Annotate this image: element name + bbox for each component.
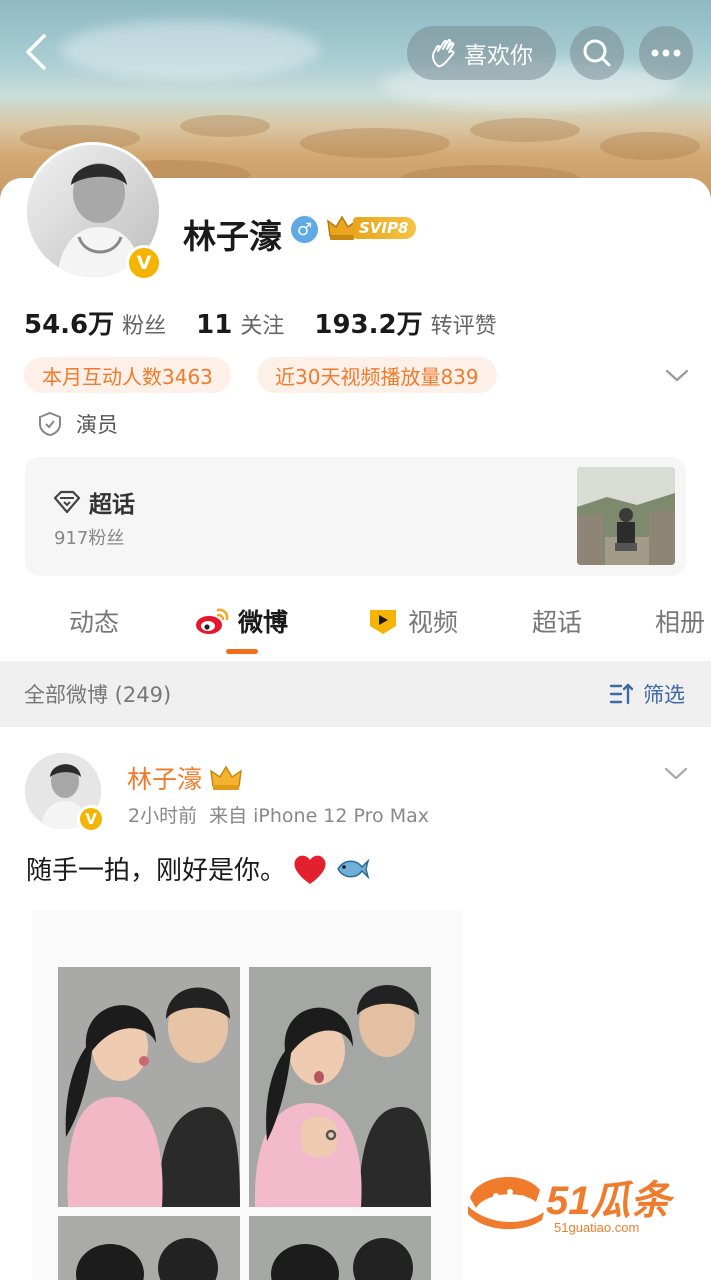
post-photo[interactable] — [249, 1216, 431, 1280]
watermark-url: 51guatiao.com — [554, 1220, 639, 1235]
post-photo-grid — [32, 910, 462, 1280]
all-posts-count: 全部微博 (249) — [24, 683, 172, 707]
more-button[interactable] — [639, 26, 693, 80]
post-text: 随手一拍，刚好是你。 — [26, 856, 287, 886]
tab-dongtai[interactable]: 动态 — [69, 603, 119, 639]
heart-emoji — [294, 855, 326, 884]
post-photo[interactable] — [249, 967, 431, 1207]
diamond-icon — [53, 490, 81, 514]
stat-reposts-likes[interactable]: 193.2万 转评赞 — [314, 304, 496, 341]
svip-badge[interactable]: SVIP8 — [327, 214, 423, 242]
chaohua-fans: 917粉丝 — [54, 528, 125, 549]
gender-male-icon: ♂ — [291, 216, 318, 243]
post-author-row[interactable]: 林子濠 — [127, 760, 242, 796]
tab-label: 相册 — [655, 608, 706, 637]
tab-label: 动态 — [69, 608, 120, 637]
verified-badge-text: V — [136, 252, 152, 274]
post-text-row: 随手一拍，刚好是你。 — [26, 850, 370, 887]
stat-label: 转评赞 — [430, 314, 497, 339]
occupation-row: 演员 — [38, 409, 118, 439]
chevron-down-icon[interactable] — [663, 762, 689, 784]
like-button-label: 喜欢你 — [464, 43, 533, 69]
chaohua-thumbnail — [577, 467, 675, 565]
stat-label: 关注 — [240, 314, 285, 339]
tab-album[interactable]: 相册 — [655, 603, 705, 639]
active-tab-indicator — [226, 649, 258, 654]
filter-icon — [609, 683, 634, 705]
post-source: 来自 iPhone 12 Pro Max — [209, 805, 429, 827]
video-plays-pill[interactable]: 近30天视频播放量839 — [257, 357, 497, 393]
post-time: 2小时前 — [128, 805, 198, 827]
filter-button[interactable]: 筛选 — [609, 679, 685, 709]
shield-icon — [39, 411, 61, 437]
occupation-label: 演员 — [76, 413, 118, 437]
filter-bar: 全部微博 (249) 筛选 — [0, 661, 711, 727]
stat-following[interactable]: 11 关注 — [196, 308, 284, 340]
video-play-icon — [370, 610, 396, 634]
profile-stats: 54.6万 粉丝 11 关注 193.2万 转评赞 — [24, 304, 527, 341]
like-hand-icon — [432, 38, 455, 68]
stat-followers[interactable]: 54.6万 粉丝 — [24, 304, 166, 341]
back-arrow-icon — [26, 34, 46, 70]
verified-badge-text: V — [85, 810, 97, 828]
tab-chaohua[interactable]: 超话 — [532, 603, 582, 639]
search-icon — [583, 39, 611, 67]
like-button[interactable]: 喜欢你 — [407, 26, 556, 80]
profile-tabs: 动态 微博 视频 超话 相册 — [0, 595, 711, 657]
profile-name: 林子濠 — [183, 217, 282, 256]
weibo-logo-icon — [196, 608, 229, 634]
tab-video[interactable]: 视频 — [366, 603, 458, 639]
more-icon — [651, 49, 681, 57]
fish-emoji — [337, 858, 370, 879]
post-author-name: 林子濠 — [127, 765, 203, 794]
stat-number: 193.2万 — [314, 310, 423, 340]
chaohua-title: 超话 — [53, 485, 135, 519]
svip-label: SVIP8 — [353, 217, 417, 239]
post-meta: 2小时前 来自 iPhone 12 Pro Max — [128, 801, 429, 828]
tab-label: 视频 — [408, 608, 459, 637]
stat-number: 11 — [196, 310, 233, 340]
chaohua-card[interactable]: 超话 917粉丝 — [25, 457, 686, 576]
tab-weibo[interactable]: 微博 — [194, 603, 288, 639]
stat-number: 54.6万 — [24, 310, 115, 340]
chevron-down-icon[interactable] — [664, 364, 690, 386]
crown-icon — [210, 765, 242, 790]
tab-label: 微博 — [238, 608, 289, 637]
verified-icon: V — [126, 245, 162, 281]
stat-label: 粉丝 — [122, 314, 167, 339]
search-button[interactable] — [570, 26, 624, 80]
interaction-pill[interactable]: 本月互动人数3463 — [24, 357, 231, 393]
tab-label: 超话 — [532, 608, 583, 637]
post-verified-icon: V — [77, 805, 105, 833]
watermark-logo: 51瓜条 51guatiao.com — [466, 1168, 692, 1240]
watermark-brand: 51瓜条 — [546, 1179, 675, 1223]
post-photo[interactable] — [58, 1216, 240, 1280]
post-photo[interactable] — [58, 967, 240, 1207]
back-button[interactable] — [14, 30, 58, 74]
filter-label: 筛选 — [643, 683, 685, 707]
chaohua-title-text: 超话 — [89, 492, 135, 518]
